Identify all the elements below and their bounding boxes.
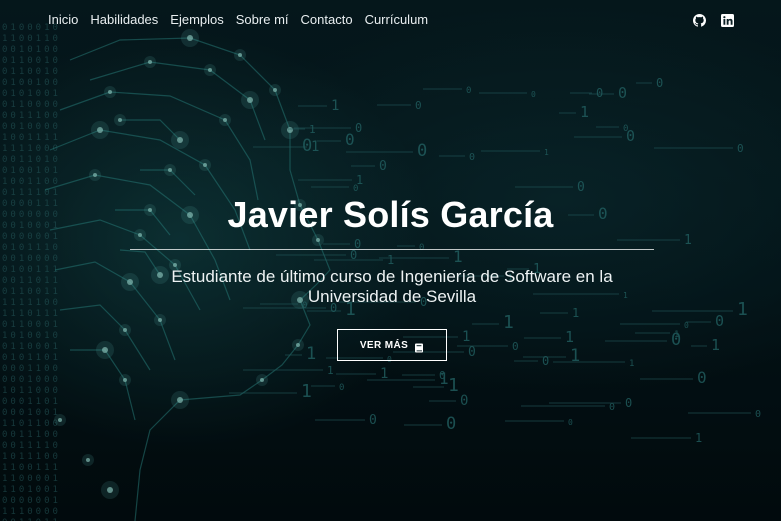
ver-mas-label: VER MÁS	[359, 339, 409, 351]
ver-mas-button[interactable]: VER MÁS	[337, 329, 447, 361]
hero-title: Javier Solís García	[227, 194, 554, 235]
hero-content: Javier Solís García Estudiante de último…	[0, 0, 781, 521]
hero-subtitle-line-1: Estudiante de último curso de Ingeniería…	[171, 267, 613, 286]
book-icon	[414, 340, 424, 353]
title-divider	[130, 249, 654, 250]
hero-section: 0100010 1100110 0010100 0110010 0110010 01001…	[0, 0, 781, 521]
hero-subtitle: Estudiante de último curso de Ingeniería…	[130, 267, 654, 307]
hero-subtitle-line-2: Universidad de Sevilla	[307, 287, 477, 306]
